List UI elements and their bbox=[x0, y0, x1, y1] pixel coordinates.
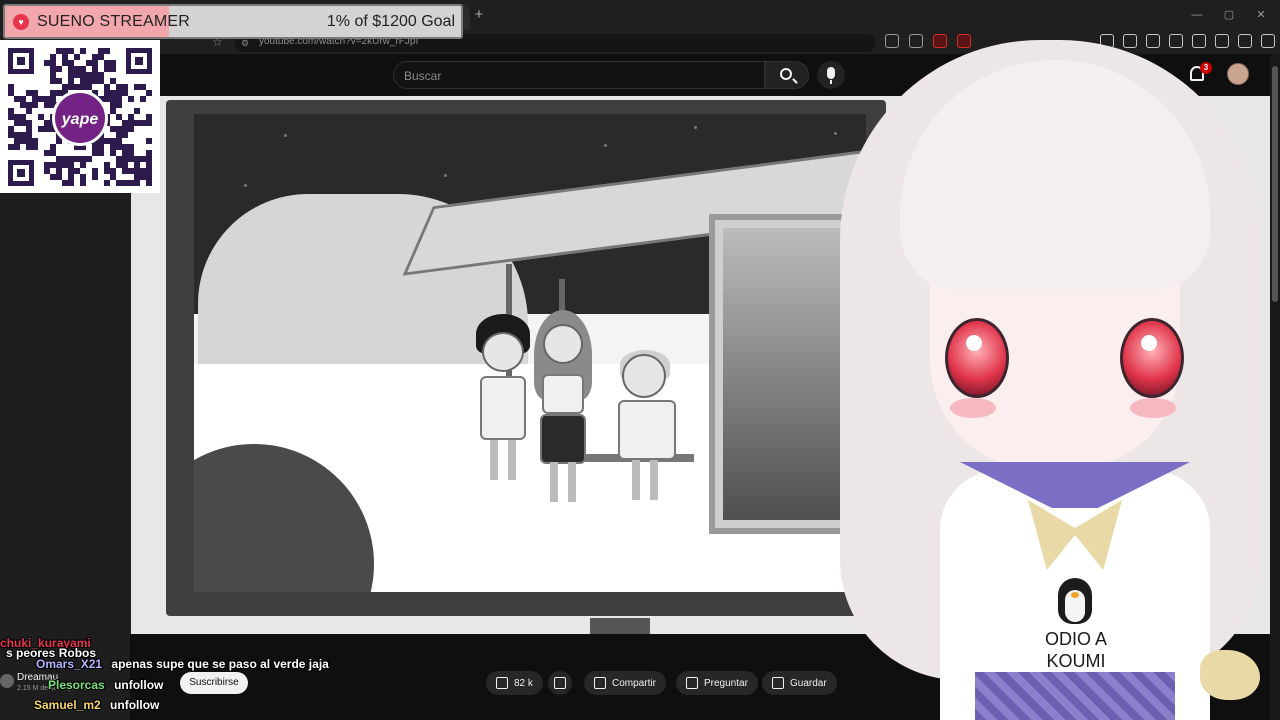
ask-button[interactable]: Preguntar bbox=[676, 671, 758, 695]
chat-message: Plesorcas unfollow bbox=[48, 678, 163, 692]
new-tab-icon[interactable]: + bbox=[470, 6, 488, 24]
sparkle-icon bbox=[686, 677, 698, 689]
qr-finder bbox=[8, 48, 34, 74]
qr-module bbox=[128, 126, 134, 132]
qr-module bbox=[14, 144, 20, 150]
save-button[interactable]: Guardar bbox=[762, 671, 837, 695]
qr-module bbox=[80, 180, 86, 186]
qr-module bbox=[32, 144, 38, 150]
search-placeholder: Buscar bbox=[404, 69, 442, 83]
qr-module bbox=[104, 180, 110, 186]
qr-module bbox=[128, 96, 134, 102]
qr-finder bbox=[8, 160, 34, 186]
stream-chat: chuki_kurayami s peores Robos Omars_X21 … bbox=[0, 636, 380, 720]
qr-module bbox=[146, 120, 152, 126]
vtuber-blush bbox=[1130, 398, 1176, 418]
qr-module bbox=[146, 180, 152, 186]
qr-module bbox=[26, 108, 32, 114]
share-button[interactable]: Compartir bbox=[584, 671, 666, 695]
qr-module bbox=[74, 54, 80, 60]
qr-module bbox=[92, 174, 98, 180]
vtuber-blush bbox=[950, 398, 996, 418]
video-frame-monitor bbox=[166, 100, 886, 616]
page-scrollbar[interactable] bbox=[1270, 54, 1280, 720]
qr-module bbox=[146, 90, 152, 96]
character-boy bbox=[474, 314, 534, 504]
chat-text: unfollow bbox=[110, 698, 160, 712]
vtuber-right-eye bbox=[1120, 318, 1184, 398]
video-scene bbox=[194, 114, 866, 592]
search-button[interactable] bbox=[765, 61, 809, 89]
character-girl bbox=[534, 310, 594, 504]
qr-module bbox=[98, 150, 104, 156]
qr-module bbox=[86, 156, 92, 162]
qr-module bbox=[32, 102, 38, 108]
dislike-button[interactable] bbox=[548, 671, 572, 695]
character-old-man bbox=[614, 350, 684, 520]
donation-goal-bar: ♥ SUENO STREAMER 1% of $1200 Goal bbox=[3, 4, 463, 39]
penguin-icon bbox=[1052, 578, 1098, 626]
shirt-text: ODIO A KOUMI bbox=[1026, 628, 1126, 672]
thumbs-down-icon bbox=[554, 677, 566, 689]
vtuber-left-eye bbox=[945, 318, 1009, 398]
heart-icon: ♥ bbox=[13, 14, 29, 30]
vtuber-avatar: ODIO A KOUMI bbox=[830, 0, 1270, 720]
vtuber-skirt bbox=[975, 672, 1175, 720]
shirt-text-line1: ODIO A bbox=[1044, 629, 1107, 649]
goal-amount: 1% of $1200 Goal bbox=[326, 13, 455, 30]
qr-module bbox=[80, 162, 86, 168]
share-label: Compartir bbox=[612, 677, 656, 689]
like-button[interactable]: 82 k bbox=[486, 671, 543, 695]
thumbs-up-icon bbox=[496, 677, 508, 689]
yape-logo: yape bbox=[52, 90, 108, 146]
qr-module bbox=[140, 96, 146, 102]
vtuber-braid bbox=[1200, 650, 1260, 700]
search-input[interactable]: Buscar bbox=[393, 61, 765, 89]
search-icon bbox=[780, 68, 792, 80]
goal-title: SUENO STREAMER bbox=[37, 13, 191, 30]
qr-module bbox=[56, 66, 62, 72]
qr-module bbox=[134, 108, 140, 114]
qr-module bbox=[122, 132, 128, 138]
chat-username: Samuel_m2 bbox=[34, 698, 101, 712]
ask-label: Preguntar bbox=[704, 677, 748, 689]
qr-module bbox=[134, 180, 140, 186]
qr-module bbox=[104, 48, 110, 54]
qr-finder bbox=[126, 48, 152, 74]
like-count: 82 k bbox=[514, 677, 533, 689]
share-icon bbox=[594, 677, 606, 689]
shirt-text-line2: KOUMI bbox=[1046, 651, 1106, 671]
qr-module bbox=[116, 102, 122, 108]
qr-code-panel: yape bbox=[0, 40, 160, 193]
chat-message: Samuel_m2 unfollow bbox=[34, 698, 159, 712]
qr-module bbox=[110, 66, 116, 72]
save-label: Guardar bbox=[790, 677, 827, 689]
chat-text: unfollow bbox=[114, 678, 164, 692]
qr-module bbox=[146, 138, 152, 144]
qr-module bbox=[80, 48, 86, 54]
chat-username: Omars_X21 bbox=[36, 657, 103, 671]
monitor-stand bbox=[590, 618, 650, 634]
chat-text: apenas supe que se paso al verde jaja bbox=[111, 657, 329, 671]
chat-username: Plesorcas bbox=[48, 678, 105, 692]
qr-module bbox=[68, 180, 74, 186]
scrollbar-thumb[interactable] bbox=[1272, 66, 1278, 302]
bookmark-icon bbox=[772, 677, 784, 689]
chat-message: Omars_X21 apenas supe que se paso al ver… bbox=[36, 657, 329, 671]
